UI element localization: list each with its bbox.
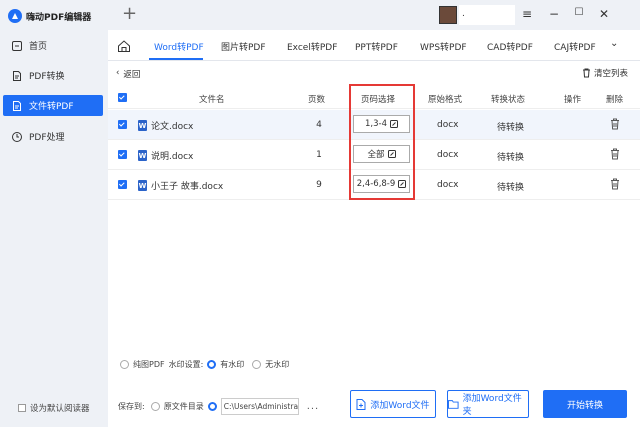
file-name-cell: W 论文.docx <box>138 119 193 132</box>
tabs-more-chevron-icon[interactable]: ⌄ <box>610 38 618 49</box>
tab-excel-to-pdf[interactable]: Excel转PDF <box>287 40 337 53</box>
header-delete: 删除 <box>606 95 624 105</box>
file-to-pdf-icon <box>13 100 21 111</box>
file-name-cell: W 说明.docx <box>138 149 193 162</box>
sidebar: 嗨动PDF编辑器 首页 PDF转换 文件转PDF PDF处理 设为默认阅读器 <box>0 0 108 427</box>
header-status: 转换状态 <box>491 95 526 105</box>
tab-ppt-to-pdf[interactable]: PPT转PDF <box>355 40 398 53</box>
back-button[interactable]: ‹ 返回 <box>116 68 140 80</box>
sidebar-item-label: PDF处理 <box>29 133 65 143</box>
active-tab-indicator <box>149 58 203 60</box>
word-file-icon: W <box>138 180 147 191</box>
no-watermark-radio[interactable] <box>252 360 262 369</box>
add-folder-icon <box>448 400 459 409</box>
add-word-folder-label: 添加Word文件夹 <box>462 394 522 417</box>
tab-wps-to-pdf[interactable]: WPS转PDF <box>420 40 467 53</box>
home-tab-icon[interactable] <box>117 39 131 53</box>
add-file-icon <box>356 398 366 410</box>
title-bar: + . ≡ − ☐ ✕ <box>108 0 640 30</box>
original-dir-radio[interactable] <box>150 402 160 411</box>
no-watermark-label: 无水印 <box>265 360 290 369</box>
original-dir-label: 原文件目录 <box>163 402 204 411</box>
menu-icon[interactable]: ≡ <box>520 7 534 21</box>
row-checkbox[interactable] <box>118 150 127 159</box>
image-pdf-label: 纯图PDF <box>133 360 165 369</box>
header-format: 原始格式 <box>428 95 463 105</box>
tab-image-to-pdf[interactable]: 图片转PDF <box>221 40 266 53</box>
convert-status: 待转换 <box>497 123 525 133</box>
convert-status: 待转换 <box>497 183 525 193</box>
app-logo-icon <box>8 9 22 23</box>
trash-icon <box>583 68 590 78</box>
home-icon <box>12 40 22 51</box>
add-word-file-label: 添加Word文件 <box>370 400 430 411</box>
original-format: docx <box>437 180 459 190</box>
user-name: . <box>462 9 465 19</box>
header-pages: 页数 <box>308 95 326 105</box>
header-action: 操作 <box>564 95 582 105</box>
add-word-file-button[interactable]: 添加Word文件 <box>350 390 436 418</box>
default-reader-option[interactable]: 设为默认阅读器 <box>18 402 90 414</box>
delete-trash-icon[interactable] <box>610 178 620 190</box>
watermark-label: 水印设置: <box>168 360 204 369</box>
watermark-settings: 纯图PDF 水印设置: 有水印 无水印 <box>120 359 289 370</box>
convert-status: 待转换 <box>497 153 525 163</box>
pdf-convert-icon <box>13 70 21 81</box>
select-all-checkbox[interactable] <box>118 93 127 102</box>
minimize-icon[interactable]: − <box>547 7 561 21</box>
original-format: docx <box>437 150 459 160</box>
file-name: 说明.docx <box>151 152 194 162</box>
add-word-folder-button[interactable]: 添加Word文件夹 <box>447 390 529 418</box>
pdf-process-icon <box>12 131 22 142</box>
page-count: 1 <box>316 150 322 160</box>
tab-caj-to-pdf[interactable]: CAJ转PDF <box>554 40 596 53</box>
new-tab-plus-icon[interactable]: + <box>122 3 137 24</box>
sidebar-item-home[interactable]: 首页 <box>3 35 103 56</box>
tab-word-to-pdf[interactable]: Word转PDF <box>154 40 204 53</box>
image-pdf-radio[interactable] <box>120 360 129 369</box>
clear-list-button[interactable]: 清空列表 <box>582 67 628 79</box>
file-name-cell: W 小王子 故事.docx <box>138 179 223 192</box>
sidebar-item-label: PDF转换 <box>29 72 65 82</box>
row-checkbox[interactable] <box>118 120 127 129</box>
header-filename: 文件名 <box>199 95 225 105</box>
page-count: 9 <box>316 180 322 190</box>
app-title: 嗨动PDF编辑器 <box>26 12 92 23</box>
file-name: 论文.docx <box>151 122 194 132</box>
browse-folder-button[interactable]: ... <box>307 401 320 412</box>
with-watermark-radio[interactable] <box>207 360 217 369</box>
sidebar-item-file-to-pdf[interactable]: 文件转PDF <box>3 95 103 116</box>
save-location: 保存到: 原文件目录 C:\Users\Administra... ... <box>118 398 319 415</box>
page-count: 4 <box>316 120 322 130</box>
chevron-left-icon: ‹ <box>116 68 120 78</box>
start-convert-button[interactable]: 开始转换 <box>543 390 627 418</box>
close-icon[interactable]: ✕ <box>597 7 611 21</box>
with-watermark-label: 有水印 <box>220 360 245 369</box>
sidebar-item-pdf-convert[interactable]: PDF转换 <box>3 65 103 86</box>
maximize-icon[interactable]: ☐ <box>572 7 586 18</box>
tab-cad-to-pdf[interactable]: CAD转PDF <box>487 40 533 53</box>
sidebar-item-label: 首页 <box>29 42 48 52</box>
default-reader-label: 设为默认阅读器 <box>30 404 90 414</box>
tab-bar: Word转PDF 图片转PDF Excel转PDF PPT转PDF WPS转PD… <box>108 30 640 61</box>
sidebar-item-pdf-process[interactable]: PDF处理 <box>3 126 103 147</box>
sidebar-item-label: 文件转PDF <box>29 102 74 112</box>
word-file-icon: W <box>138 120 147 131</box>
avatar[interactable] <box>439 6 457 24</box>
back-label: 返回 <box>123 70 141 80</box>
row-checkbox[interactable] <box>118 180 127 189</box>
page-range-highlight <box>349 84 415 200</box>
delete-trash-icon[interactable] <box>610 118 620 130</box>
user-name-box <box>459 5 515 25</box>
delete-trash-icon[interactable] <box>610 148 620 160</box>
default-reader-checkbox[interactable] <box>18 404 26 412</box>
custom-dir-radio[interactable] <box>207 402 217 411</box>
original-format: docx <box>437 120 459 130</box>
word-file-icon: W <box>138 150 147 161</box>
save-path-field[interactable]: C:\Users\Administra... <box>220 398 299 415</box>
clear-list-label: 清空列表 <box>594 69 629 79</box>
app-logo: 嗨动PDF编辑器 <box>8 9 91 23</box>
file-name: 小王子 故事.docx <box>151 182 224 192</box>
save-to-label: 保存到: <box>118 402 145 411</box>
